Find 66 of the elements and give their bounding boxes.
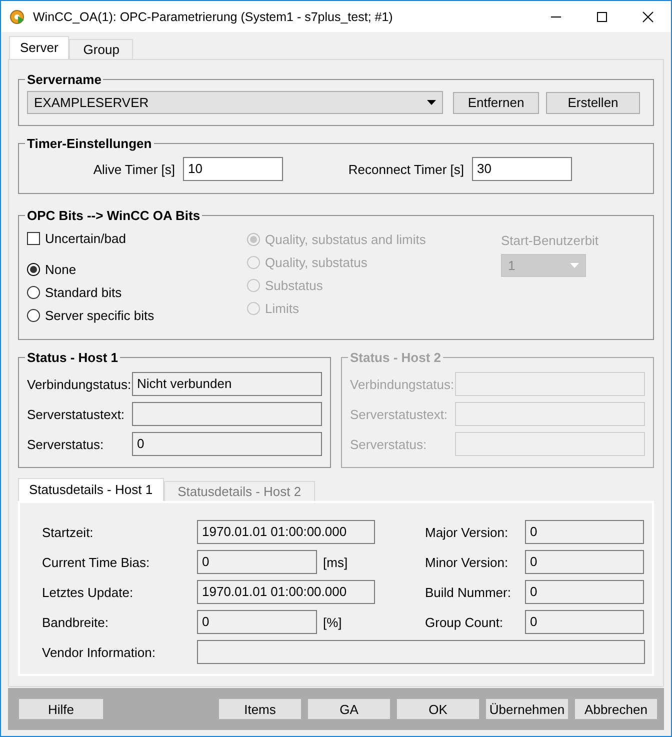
- caret-icon: [570, 263, 579, 268]
- field-label: Startzeit:: [42, 524, 94, 540]
- text-field[interactable]: 0: [525, 550, 644, 574]
- field-label: Verbindungstatus:: [350, 376, 455, 392]
- field-label: Minor Version:: [425, 554, 510, 570]
- text-field[interactable]: Nicht verbunden: [132, 372, 322, 396]
- group-title: Timer-Einstellungen: [26, 136, 153, 151]
- field-label: Start-Benutzerbit: [501, 233, 600, 248]
- group-title: OPC Bits --> WinCC OA Bits: [26, 208, 202, 223]
- text-field[interactable]: 10: [183, 157, 283, 181]
- text-field[interactable]: 1970.01.01 01:00:00.000: [197, 520, 375, 544]
- radio-button[interactable]: [27, 309, 40, 322]
- field-label: Current Time Bias:: [42, 554, 151, 570]
- field-label: Serverstatus:: [350, 436, 428, 452]
- push-button[interactable]: OK: [396, 698, 480, 720]
- text-field[interactable]: [197, 640, 645, 664]
- text-field[interactable]: 0: [525, 610, 644, 634]
- push-button[interactable]: Entfernen: [453, 92, 539, 114]
- field-label: Serverstatustext:: [27, 406, 126, 422]
- option-label[interactable]: Server specific bits: [45, 308, 154, 323]
- unit-label: [%]: [323, 614, 342, 630]
- text-field[interactable]: 1970.01.01 01:00:00.000: [197, 580, 375, 604]
- text-field[interactable]: 0: [132, 432, 322, 456]
- close-icon[interactable]: [642, 10, 654, 22]
- push-button[interactable]: Übernehmen: [485, 698, 569, 720]
- field-label: Group Count:: [425, 614, 504, 630]
- caret-icon: [427, 100, 436, 105]
- option-label[interactable]: Uncertain/bad: [45, 231, 126, 246]
- text-field[interactable]: 30: [472, 157, 572, 181]
- field-label: Serverstatus:: [27, 436, 105, 452]
- field-label: Major Version:: [425, 524, 510, 540]
- field-label: Bandbreite:: [42, 614, 110, 630]
- field-label: Verbindungstatus:: [27, 376, 132, 392]
- tab[interactable]: Statusdetails - Host 2: [164, 481, 316, 501]
- text-field[interactable]: 0: [197, 610, 317, 634]
- tab[interactable]: Server: [9, 36, 70, 59]
- push-button[interactable]: Erstellen: [546, 92, 640, 114]
- text-field[interactable]: [132, 402, 322, 426]
- group-title: Status - Host 2: [349, 350, 442, 365]
- unit-label: [ms]: [323, 554, 348, 570]
- field-label: Reconnect Timer [s]: [347, 162, 464, 176]
- radio-button[interactable]: [27, 286, 40, 299]
- field-label: Letztes Update:: [42, 584, 134, 600]
- text-field[interactable]: 0: [525, 580, 644, 604]
- tab[interactable]: Statusdetails - Host 1: [18, 478, 164, 501]
- app-icon: [9, 8, 25, 24]
- server-dropdown[interactable]: EXAMPLESERVER: [27, 91, 443, 114]
- tab[interactable]: Group: [69, 39, 134, 59]
- maximize-icon[interactable]: [596, 10, 608, 22]
- window-title: WinCC_OA(1): OPC-Parametrierung (System1 - s7plus_test; #1): [33, 10, 394, 24]
- push-button[interactable]: Items: [218, 698, 302, 720]
- field-label: Build Nummer:: [425, 584, 512, 600]
- field-label: Alive Timer [s]: [92, 162, 175, 176]
- group-title: Servername: [26, 72, 102, 87]
- group-title: Status - Host 1: [26, 350, 120, 365]
- option-label[interactable]: Standard bits: [45, 285, 122, 300]
- field-label: Serverstatustext:: [350, 406, 449, 422]
- option-label[interactable]: None: [45, 262, 76, 277]
- field-label: Vendor Information:: [42, 644, 156, 660]
- push-button[interactable]: GA: [307, 698, 391, 720]
- push-button[interactable]: Hilfe: [18, 698, 104, 720]
- text-field[interactable]: 0: [525, 520, 644, 544]
- checkbox[interactable]: [27, 232, 40, 245]
- push-button[interactable]: Abbrechen: [574, 698, 658, 720]
- text-field[interactable]: 0: [197, 550, 317, 574]
- radio-button[interactable]: [27, 263, 40, 276]
